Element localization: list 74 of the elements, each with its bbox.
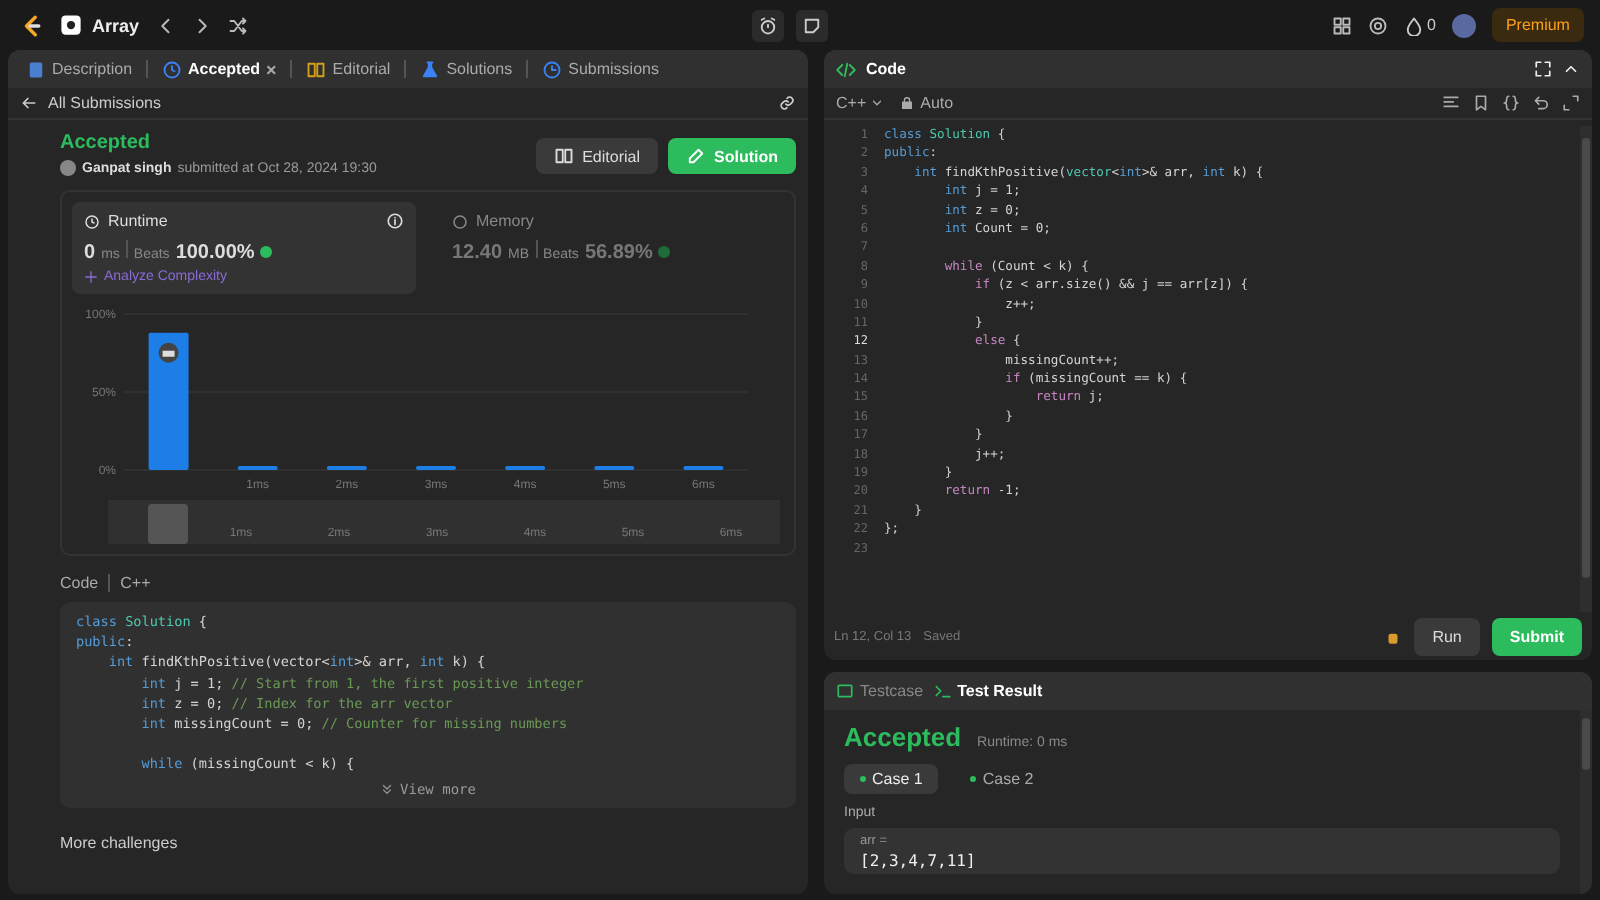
shuffle-icon [227, 15, 248, 35]
case-tab[interactable]: Case 2 [954, 764, 1050, 794]
book-icon [306, 59, 327, 79]
settings-icon [1367, 15, 1388, 35]
scrollbar[interactable] [1580, 126, 1592, 612]
scrollbar[interactable] [1580, 710, 1592, 894]
all-submissions-link[interactable]: All Submissions [48, 94, 161, 112]
link-icon [778, 94, 796, 112]
code-icon [836, 59, 856, 79]
stat-title: Runtime [108, 212, 168, 230]
bar[interactable] [148, 332, 189, 470]
collapse-icon [1562, 60, 1580, 78]
grid-icon [1331, 15, 1352, 35]
avatar[interactable] [1451, 13, 1476, 37]
submission-status: Accepted [60, 132, 153, 154]
avatar-icon [158, 342, 179, 363]
language-dropdown[interactable]: C++ [836, 94, 885, 112]
badge-icon [658, 246, 671, 258]
apps-button[interactable] [1331, 15, 1352, 35]
tab[interactable]: Accepted × [156, 55, 283, 83]
caret-icon [870, 96, 885, 110]
stat-value: 0 [84, 242, 96, 264]
flask-icon [420, 59, 441, 79]
brush-handle[interactable] [148, 504, 188, 544]
info-icon [386, 212, 404, 230]
stat-value: 12.40 [452, 242, 503, 264]
result-status: Accepted [844, 722, 962, 752]
code-label: Code [60, 574, 99, 592]
problem-list-button[interactable]: Array [60, 14, 140, 36]
note-icon [801, 15, 822, 35]
close-icon[interactable]: × [266, 59, 277, 79]
tab[interactable]: Submissions [536, 55, 665, 83]
terminal-icon [933, 682, 952, 700]
panel-title: Code [866, 60, 906, 78]
section-heading: More challenges [60, 833, 180, 851]
stat-title: Memory [476, 212, 534, 230]
language-label: C++ [120, 574, 151, 592]
badge-icon [260, 246, 273, 258]
timer-button[interactable] [751, 9, 784, 41]
lock-icon [900, 96, 915, 110]
notes-button[interactable] [795, 9, 828, 41]
beats-percent: 56.89% [584, 242, 653, 264]
run-button[interactable]: Run [1414, 617, 1480, 655]
checkbox-icon [836, 682, 854, 700]
beats-percent: 100.00% [175, 242, 255, 264]
braces-icon [1502, 94, 1520, 112]
history-icon [542, 59, 563, 79]
clock-icon [84, 213, 100, 229]
case-tab[interactable]: Case 1 [844, 764, 939, 794]
undo-icon [1532, 94, 1550, 112]
tab[interactable]: Solutions [414, 55, 519, 83]
tab[interactable]: Test Result [933, 682, 1043, 700]
parameter-value: [2,3,4,7,11] [860, 852, 978, 870]
book-icon [554, 146, 575, 166]
tab[interactable]: Editorial [300, 55, 397, 83]
expand-icon [1534, 60, 1552, 78]
mode-label: Auto [920, 94, 954, 112]
streak-counter[interactable]: 0 [1403, 15, 1436, 35]
fullscreen-icon [1562, 94, 1580, 112]
alarm-clock-icon [757, 15, 778, 35]
format-icon [1442, 94, 1460, 112]
settings-button[interactable] [1367, 15, 1388, 35]
edit-icon [686, 146, 706, 166]
double-chevron-icon [380, 782, 395, 796]
shuffle-button[interactable] [227, 15, 248, 35]
bookmark-icon [1472, 94, 1490, 112]
editorial-button[interactable]: Editorial [536, 138, 658, 174]
back-arrow-icon [20, 94, 38, 112]
tab[interactable]: Testcase [836, 682, 924, 700]
tab[interactable]: Description [20, 55, 139, 83]
document-icon [26, 59, 46, 79]
premium-button[interactable]: Premium [1491, 8, 1584, 42]
clock-icon [162, 59, 183, 79]
user-avatar [60, 160, 76, 176]
